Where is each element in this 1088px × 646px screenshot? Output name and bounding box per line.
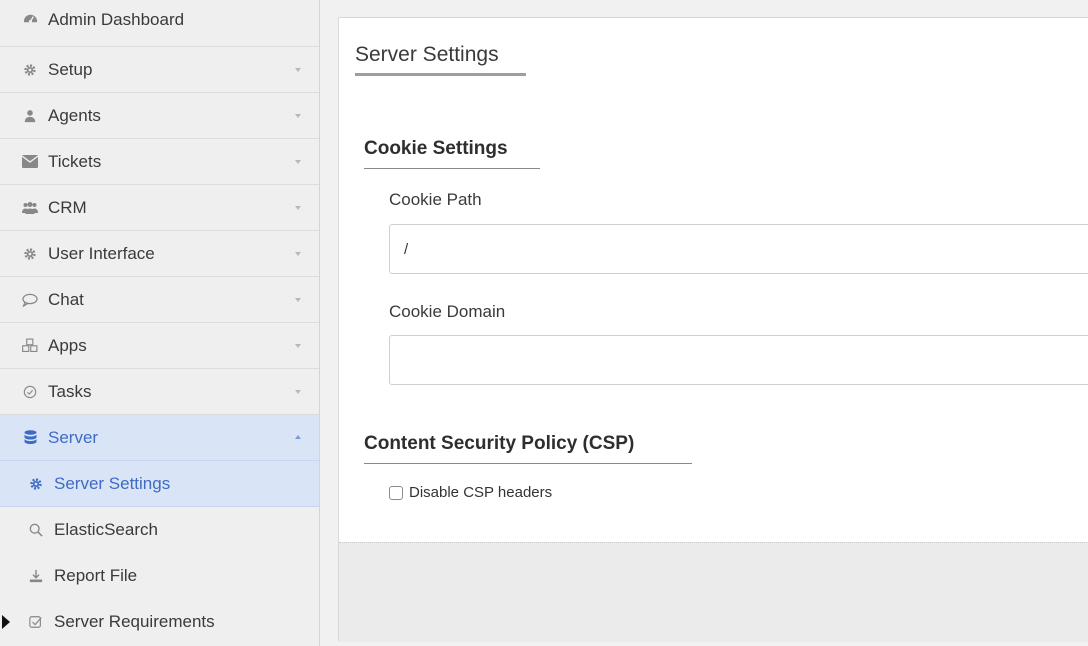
- cubes-icon: [22, 338, 38, 354]
- sidebar-item-label: Admin Dashboard: [48, 10, 185, 29]
- check-circle-icon: [22, 384, 38, 400]
- page-title: Server Settings: [355, 43, 499, 66]
- search-icon: [28, 522, 44, 538]
- chevron-down-icon: [295, 113, 301, 118]
- sidebar-item-label: Apps: [48, 335, 87, 355]
- users-icon: [22, 200, 38, 216]
- sidebar-subitem-label: ElasticSearch: [54, 520, 158, 539]
- chevron-down-icon: [295, 343, 301, 348]
- sidebar-item-label: Tickets: [48, 151, 102, 171]
- gear-icon: [28, 476, 44, 492]
- sidebar-item-setup[interactable]: Setup: [0, 47, 319, 93]
- download-icon: [28, 568, 44, 584]
- sidebar-item-admin-dashboard[interactable]: Admin Dashboard: [0, 0, 319, 47]
- sidebar-item-label: Agents: [48, 105, 101, 125]
- gear-icon: [22, 62, 38, 78]
- sidebar-item-server[interactable]: Server: [0, 415, 319, 461]
- sidebar-subitem-elasticsearch[interactable]: ElasticSearch: [0, 507, 319, 553]
- cookie-domain-label: Cookie Domain: [389, 302, 506, 321]
- sidebar-subitem-label: Report File: [54, 566, 138, 585]
- sidebar-item-tasks[interactable]: Tasks: [0, 369, 319, 415]
- sidebar-item-agents[interactable]: Agents: [0, 93, 319, 139]
- user-icon: [22, 108, 38, 124]
- disable-csp-label: Disable CSP headers: [409, 484, 553, 501]
- chevron-down-icon: [295, 251, 301, 256]
- disable-csp-checkbox-row[interactable]: Disable CSP headers: [389, 484, 552, 501]
- sidebar-item-apps[interactable]: Apps: [0, 323, 319, 369]
- pointer-cursor-icon: [2, 615, 10, 629]
- cookie-settings-divider: [364, 168, 540, 169]
- page-title-underline: [355, 73, 526, 76]
- sidebar-item-label: Server: [48, 427, 99, 447]
- dashboard-icon: [22, 10, 38, 26]
- sidebar-item-label: Tasks: [48, 381, 92, 401]
- sidebar-item-label: Chat: [48, 289, 84, 309]
- sidebar-item-crm[interactable]: CRM: [0, 185, 319, 231]
- chat-icon: [22, 292, 38, 308]
- sidebar-item-tickets[interactable]: Tickets: [0, 139, 319, 185]
- sidebar-subitem-server-requirements[interactable]: Server Requirements: [0, 599, 319, 645]
- cookie-path-label: Cookie Path: [389, 190, 482, 209]
- checkbox-icon: [28, 614, 44, 630]
- disable-csp-checkbox[interactable]: [389, 485, 403, 500]
- chevron-down-icon: [295, 297, 301, 302]
- sidebar-item-label: Setup: [48, 59, 93, 79]
- settings-panel: Server Settings Cookie Settings Cookie P…: [338, 17, 1088, 642]
- csp-divider: [364, 463, 692, 464]
- gear-icon: [22, 246, 38, 262]
- sidebar-subitem-server-settings[interactable]: Server Settings: [0, 461, 319, 507]
- sidebar-item-chat[interactable]: Chat: [0, 277, 319, 323]
- sidebar-item-user-interface[interactable]: User Interface: [0, 231, 319, 277]
- chevron-down-icon: [295, 67, 301, 72]
- chevron-down-icon: [295, 205, 301, 210]
- csp-heading: Content Security Policy (CSP): [364, 433, 635, 454]
- sidebar: Admin Dashboard Setup Agents Tickets CRM…: [0, 0, 320, 646]
- chevron-down-icon: [295, 389, 301, 394]
- sidebar-subitem-report-file[interactable]: Report File: [0, 553, 319, 599]
- sidebar-subitem-label: Server Settings: [54, 473, 171, 493]
- sidebar-item-label: CRM: [48, 197, 87, 217]
- chevron-up-icon: [295, 434, 301, 439]
- sidebar-item-label: User Interface: [48, 243, 155, 263]
- sidebar-subitem-label: Server Requirements: [54, 612, 215, 631]
- form-footer: [339, 542, 1088, 642]
- envelope-icon: [22, 154, 38, 170]
- database-icon: [22, 430, 38, 446]
- cookie-domain-input[interactable]: [389, 335, 1088, 385]
- cookie-settings-heading: Cookie Settings: [364, 138, 508, 159]
- chevron-down-icon: [295, 159, 301, 164]
- cookie-path-input[interactable]: [389, 224, 1088, 274]
